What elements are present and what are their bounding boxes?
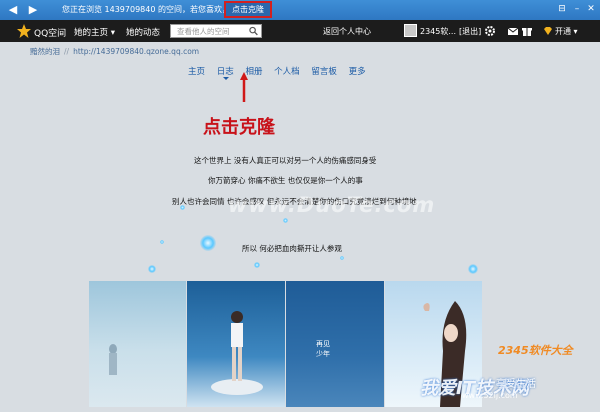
back-to-center-link[interactable]: 返回个人中心 — [323, 26, 371, 37]
glow-orb — [340, 256, 344, 260]
open-service-menu[interactable]: 开通 ▾ — [555, 26, 578, 37]
52ij-url: www.52ij.com — [462, 391, 518, 400]
photo-caption-line1: 再见 — [316, 340, 330, 348]
2345-logo: 2345软件大全 — [498, 344, 573, 357]
verse-line-4: 所以 何必把血肉撕开让人参观 — [242, 244, 342, 253]
gift-icon[interactable] — [521, 25, 533, 37]
glow-orb — [283, 218, 288, 223]
username-link[interactable]: 2345软... — [420, 26, 456, 37]
gear-icon[interactable] — [484, 25, 496, 37]
visiting-notice: 您正在浏览 1439709840 的空间，若您喜欢，请 — [62, 5, 238, 14]
close-icon[interactable]: ✕ — [584, 3, 598, 16]
search-icon[interactable] — [249, 26, 258, 36]
qq-star-icon[interactable] — [16, 23, 32, 39]
space-tabs: 主页 日志 相册 个人档 留言板 更多 — [188, 65, 375, 77]
glow-orb — [468, 264, 478, 274]
back-arrow-icon[interactable]: ◀ — [6, 3, 20, 17]
space-owner-link[interactable]: 黯然的泪 — [30, 47, 60, 56]
glow-orb — [148, 265, 156, 273]
glow-orb — [200, 235, 216, 251]
annotation-arrow-icon — [240, 72, 248, 102]
space-url-link[interactable]: http://1439709840.qzone.qq.com — [73, 47, 199, 56]
breadcrumb: 黯然的泪//http://1439709840.qzone.qq.com — [30, 47, 200, 56]
tab-profile[interactable]: 个人档 — [274, 67, 300, 77]
qzone-toolbar: QQ空间 她的主页 ▾ 她的动态 查看他人的空间 返回个人中心 2345软...… — [0, 20, 600, 42]
glow-orb — [254, 262, 260, 268]
photo-caption-line2: 少年 — [316, 350, 330, 358]
glow-orb — [160, 240, 164, 244]
diamond-icon[interactable] — [542, 25, 554, 37]
annotation-callout: 点击克隆 — [203, 117, 275, 138]
52ij-slogan: 享受生活 — [496, 379, 536, 390]
glow-orb — [180, 205, 185, 210]
duote-watermark: www.DuoTe.com — [228, 193, 436, 217]
restore-window-icon[interactable]: ⊟ — [555, 3, 569, 16]
logout-link[interactable]: [退出] — [459, 26, 481, 37]
tab-guestbook[interactable]: 留言板 — [311, 67, 337, 77]
verse-line-2: 你万箭穿心 你痛不欲生 也仅仅是你一个人的事 — [208, 176, 363, 185]
minimize-icon[interactable]: – — [570, 3, 584, 16]
forward-arrow-icon[interactable]: ▶ — [26, 3, 40, 17]
photo-goodbye-youth[interactable]: 再见 少年 — [286, 281, 384, 407]
tab-blog[interactable]: 日志 — [217, 67, 234, 77]
chevron-down-icon — [223, 77, 229, 80]
photo-blue-sky-girl[interactable] — [187, 281, 285, 407]
photo-sea-girl[interactable] — [89, 281, 186, 407]
clone-button[interactable]: 点击克隆 — [224, 1, 272, 18]
verse-line-1: 这个世界上 没有人真正可以对另一个人的伤痛感同身受 — [194, 156, 377, 165]
qzone-title[interactable]: QQ空间 — [34, 26, 66, 39]
her-activity-link[interactable]: 她的动态 — [126, 26, 160, 38]
avatar[interactable] — [404, 24, 417, 37]
notice-bar: ◀ ▶ 您正在浏览 1439709840 的空间，若您喜欢，请 点击克隆 ⊟ –… — [0, 0, 600, 20]
mail-icon[interactable] — [507, 25, 519, 37]
search-input[interactable]: 查看他人的空间 — [170, 24, 262, 38]
photo-caption: 再见 少年 — [316, 339, 330, 359]
search-placeholder: 查看他人的空间 — [177, 27, 230, 36]
tab-home[interactable]: 主页 — [188, 67, 205, 77]
tab-more[interactable]: 更多 — [349, 67, 366, 77]
her-home-menu[interactable]: 她的主页 ▾ — [74, 26, 115, 38]
